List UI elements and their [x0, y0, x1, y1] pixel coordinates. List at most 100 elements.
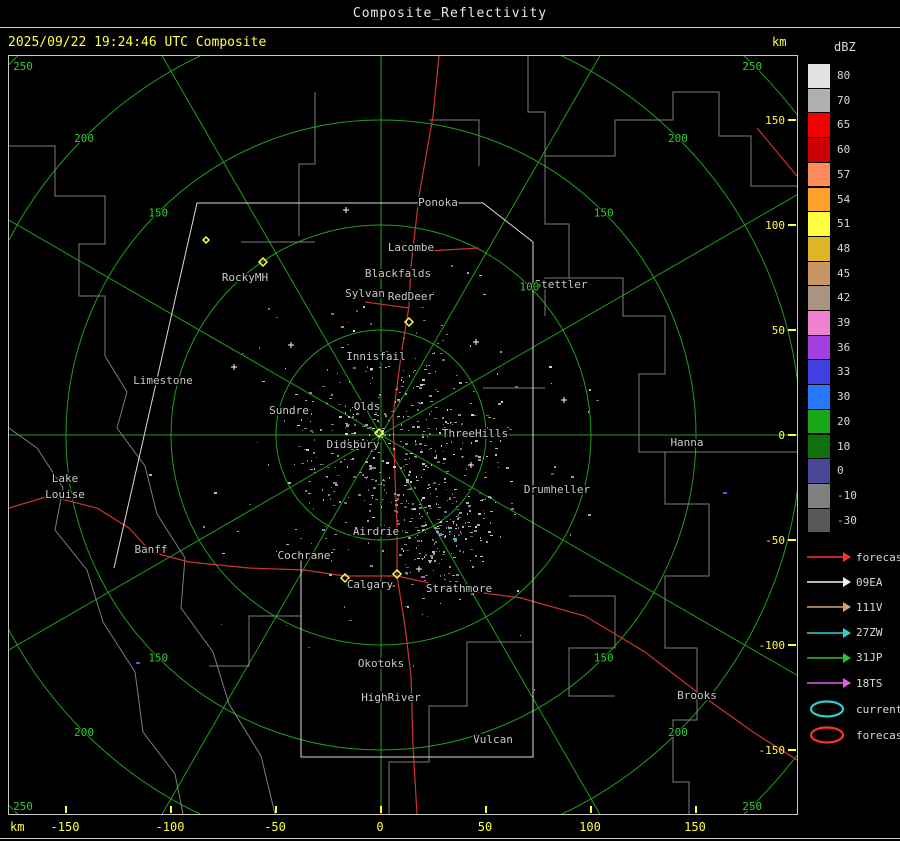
colorbar-swatch-65 [808, 113, 830, 137]
legend-ellipse-current: current [806, 700, 900, 718]
right-tick-label: 50 [772, 324, 785, 337]
ring-label-200-ne: 200 [668, 132, 688, 145]
right-tick-label: 0 [778, 429, 785, 442]
legend-label: 27ZW [856, 626, 883, 639]
city-label-blackfalds: Blackfalds [365, 267, 431, 280]
ring-label-150-nw: 150 [148, 206, 168, 219]
city-label-sundre: Sundre [269, 404, 309, 417]
coverage-sector-outline [114, 203, 533, 757]
legend-ellipse-forecast: forecast [806, 726, 900, 744]
legend-label: forecast [856, 729, 900, 742]
colorbar-swatch-45 [808, 262, 830, 286]
radar-map[interactable]: PonokaLacombeBlackfaldsSylvanRedDeerRock… [8, 55, 798, 815]
right-tick-label: -100 [759, 639, 786, 652]
colorbar-value-label: 20 [837, 415, 850, 428]
ring-label-200-nw: 200 [74, 132, 94, 145]
ring-label-250-sw: 250 [13, 800, 33, 813]
colorbar-value-label: 33 [837, 365, 850, 378]
legend-arrow-31JP: 31JP [806, 649, 883, 667]
map-speck [448, 527, 452, 529]
legend-arrow-27ZW: 27ZW [806, 624, 883, 642]
ellipse-icon [806, 699, 852, 719]
ring-label-250-ne: 250 [742, 60, 762, 73]
bottom-tick-label: 100 [579, 820, 601, 834]
right-tick-label: 100 [765, 219, 785, 232]
map-speck [453, 538, 457, 540]
colorbar-swatch-42 [808, 286, 830, 310]
map-speck [723, 492, 727, 494]
city-label-didsbury: Didsbury [327, 438, 380, 451]
arrow-icon [806, 601, 852, 613]
legend-label: 111V [856, 601, 883, 614]
bottom-axis: km -150-100-50050100150 [0, 820, 900, 838]
arrow-icon [806, 627, 852, 639]
legend-label: current [856, 703, 900, 716]
km-unit-top-right: km [772, 35, 786, 49]
city-label-calgary: Calgary [347, 578, 394, 591]
city-label-sylvan: Sylvan [345, 287, 385, 300]
highway-line [757, 128, 797, 176]
sector-line [114, 203, 533, 757]
right-tick-label: -50 [765, 534, 785, 547]
ring-label-100-ne: 100 [520, 281, 540, 294]
boundary-line [105, 356, 275, 814]
city-label-innisfail: Innisfail [346, 350, 406, 363]
map-speck [438, 533, 442, 535]
colorbar-value-label: 30 [837, 390, 850, 403]
colorbar-swatch-48 [808, 237, 830, 261]
range-radial [81, 56, 381, 435]
city-label-hanna: Hanna [670, 436, 703, 449]
boundary-line [569, 596, 615, 696]
city-label-olds: Olds [354, 400, 381, 413]
colorbar-value-label: 70 [837, 94, 850, 107]
reflectivity-colorbar: 807065605754514845423936333020100-10-30 [808, 64, 900, 536]
bottom-separator [0, 838, 900, 839]
colorbar-swatch-54 [808, 188, 830, 212]
colorbar-value-label: 65 [837, 118, 850, 131]
colorbar-value-label: 36 [837, 341, 850, 354]
reflectivity-echoes [149, 265, 599, 691]
window-title: Composite_Reflectivity [353, 6, 547, 21]
colorbar-value-label: 60 [837, 143, 850, 156]
city-label-lacombe: Lacombe [388, 241, 434, 254]
ring-label-150-ne: 150 [594, 206, 614, 219]
boundary-line [569, 278, 709, 814]
marker-legend: forecast09EA111V27ZW31JP18TScurrentforec… [806, 540, 900, 810]
colorbar-swatch-70 [808, 89, 830, 113]
ellipse-icon [806, 725, 852, 745]
city-label-highriver: HighRiver [361, 691, 421, 704]
city-label-brooks: Brooks [677, 689, 717, 702]
city-label-okotoks: Okotoks [358, 657, 404, 670]
boundary-line [429, 120, 479, 166]
ring-label-250-nw: 250 [13, 60, 33, 73]
city-label-louise: Louise [45, 488, 85, 501]
ring-label-200-se: 200 [668, 726, 688, 739]
legend-arrow-111V: 111V [806, 598, 883, 616]
colorbar-swatch-51 [808, 212, 830, 236]
bottom-tick-label: -150 [51, 820, 80, 834]
city-label-cochrane: Cochrane [278, 549, 331, 562]
bottom-tick-label: 150 [684, 820, 706, 834]
ring-label-250-se: 250 [742, 800, 762, 813]
bottom-tick-label: 50 [478, 820, 492, 834]
colorbar-value-label: 54 [837, 193, 850, 206]
colorbar-swatch-10 [808, 435, 830, 459]
city-label-threehills: ThreeHills [442, 427, 508, 440]
titlebar: Composite_Reflectivity [0, 0, 900, 28]
arrow-icon [806, 652, 852, 664]
boundary-line [209, 616, 301, 666]
arrow-icon [806, 677, 852, 689]
map-speck [136, 662, 140, 664]
city-label-strathmore: Strathmore [426, 582, 492, 595]
colorbar-value-label: 39 [837, 316, 850, 329]
right-tick-label: -150 [759, 744, 786, 757]
colorbar-swatch-20 [808, 410, 830, 434]
colorbar-value-label: 10 [837, 440, 850, 453]
ring-label-150-sw: 150 [148, 652, 168, 665]
arrow-icon [806, 551, 852, 563]
colorbar-swatch-30 [808, 385, 830, 409]
radar-map-canvas[interactable]: PonokaLacombeBlackfaldsSylvanRedDeerRock… [9, 56, 797, 814]
bottom-tick-label: 0 [376, 820, 383, 834]
timestamp-label: 2025/09/22 19:24:46 UTC Composite [8, 35, 266, 50]
arrow-icon [806, 576, 852, 588]
